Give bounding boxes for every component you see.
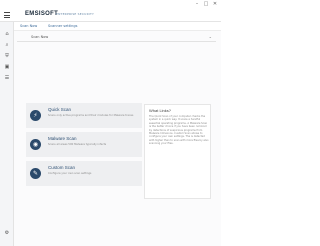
custom-scan-icon: ✎ [30, 168, 41, 179]
tab-scanner-settings[interactable]: Scanner settings [48, 24, 77, 28]
info-text: The Quick Scan of your computer checks t… [149, 115, 209, 146]
shield-icon[interactable]: ⛨ [4, 53, 10, 59]
scan-description: Scans all areas 500 Malware typically in… [48, 143, 107, 146]
custom-scan-button[interactable]: ✎ Custom Scan Configure your own scan se… [26, 161, 142, 186]
app-header: EMSISOFT ENTERPRISE SECURITY [0, 9, 221, 22]
quick-scan-icon: ⚡ [30, 110, 41, 121]
scan-dropdown[interactable]: Scan Now ⌄ [17, 33, 216, 42]
brand-logo: EMSISOFT [25, 11, 59, 17]
window-titlebar: – □ ✕ [0, 0, 221, 9]
close-icon[interactable]: ✕ [211, 1, 219, 8]
malware-scan-icon: ◉ [30, 139, 41, 150]
main-content: Scan Now ⌄ ⚡ Quick Scan Scans only activ… [14, 31, 221, 246]
scan-title: Custom Scan [48, 165, 76, 170]
info-panel: What Links? The Quick Scan of your compu… [144, 104, 211, 199]
sidebar: ⌂ ⌕ ⛨ ▣ ☰ ⚙ [0, 22, 14, 246]
scan-title: Malware Scan [48, 136, 77, 141]
minimize-icon[interactable]: – [193, 1, 201, 8]
scan-description: Scans only active programs and their mod… [48, 114, 134, 117]
quick-scan-button[interactable]: ⚡ Quick Scan Scans only active programs … [26, 103, 142, 128]
tab-scan-now[interactable]: Scan Now [20, 24, 37, 28]
dropdown-label: Scan Now [31, 35, 49, 39]
home-icon[interactable]: ⌂ [4, 31, 10, 37]
edition-label: ENTERPRISE SECURITY [56, 12, 95, 16]
maximize-icon[interactable]: □ [202, 1, 210, 8]
info-title: What Links? [149, 108, 172, 113]
logs-icon[interactable]: ☰ [4, 75, 10, 81]
search-icon[interactable]: ⌕ [4, 42, 10, 48]
scan-description: Configure your own scan settings [48, 172, 92, 175]
settings-icon[interactable]: ⚙ [4, 230, 10, 236]
malware-scan-button[interactable]: ◉ Malware Scan Scans all areas 500 Malwa… [26, 132, 142, 157]
quarantine-icon[interactable]: ▣ [4, 64, 10, 70]
chevron-down-icon: ⌄ [208, 34, 212, 39]
scan-title: Quick Scan [48, 107, 72, 112]
menu-icon[interactable] [4, 12, 10, 18]
sub-navigation: Scan Now Scanner settings [14, 22, 221, 31]
